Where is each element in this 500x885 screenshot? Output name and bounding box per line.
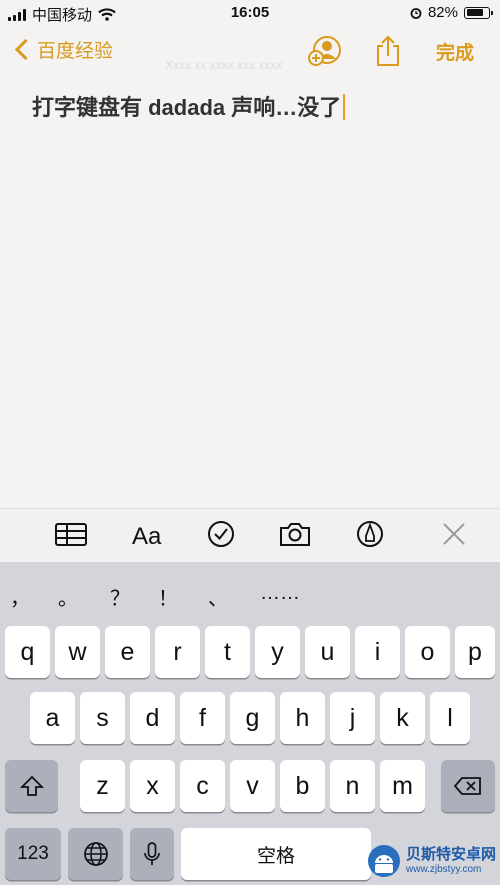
key-h[interactable]: h — [280, 692, 325, 744]
shift-key[interactable] — [5, 760, 58, 812]
key-f[interactable]: f — [180, 692, 225, 744]
alarm-icon — [410, 7, 422, 19]
key-a[interactable]: a — [30, 692, 75, 744]
battery-icon — [464, 6, 493, 19]
key-z[interactable]: z — [80, 760, 125, 812]
key-w[interactable]: w — [55, 626, 100, 678]
key-j[interactable]: j — [330, 692, 375, 744]
watermark-logo: 贝斯特安卓网 www.zjbstyy.com — [366, 838, 498, 884]
key-p[interactable]: p — [455, 626, 495, 678]
markup-pen-icon[interactable] — [354, 519, 386, 549]
key-m[interactable]: m — [380, 760, 425, 812]
key-n[interactable]: n — [330, 760, 375, 812]
note-text: 打字键盘有 dadada 声响…没了 — [32, 95, 342, 120]
globe-icon — [83, 842, 108, 866]
key-y[interactable]: y — [255, 626, 300, 678]
delete-key[interactable] — [441, 760, 495, 812]
suggestion-period[interactable]: 。 — [58, 582, 78, 611]
key-i[interactable]: i — [355, 626, 400, 678]
done-button[interactable]: 完成 — [436, 38, 474, 65]
note-toolbar: Aa — [0, 508, 500, 563]
svg-text:Aa: Aa — [132, 523, 162, 549]
status-right: 82% — [410, 4, 493, 21]
key-d[interactable]: d — [130, 692, 175, 744]
key-k[interactable]: k — [380, 692, 425, 744]
suggestion-comma[interactable]: ， — [10, 582, 30, 611]
android-logo-icon — [368, 845, 400, 877]
numbers-key[interactable]: 123 — [5, 828, 61, 880]
key-u[interactable]: u — [305, 626, 350, 678]
key-x[interactable]: x — [130, 760, 175, 812]
key-c[interactable]: c — [180, 760, 225, 812]
shift-icon — [19, 775, 44, 796]
faint-text: Xxxx xx xxxx xxx xxxx — [165, 58, 283, 72]
suggestion-ellipsis[interactable]: …… — [260, 582, 300, 605]
key-e[interactable]: e — [105, 626, 150, 678]
suggestion-exclamation[interactable]: ！ — [158, 582, 178, 611]
punctuation-bar: ， 。 ？ ！ 、 …… — [0, 562, 500, 620]
text-format-icon[interactable]: Aa — [130, 519, 166, 549]
key-q[interactable]: q — [5, 626, 50, 678]
chevron-left-icon — [14, 38, 37, 61]
dictation-key[interactable] — [130, 828, 174, 880]
text-cursor — [343, 94, 346, 120]
table-icon[interactable] — [54, 519, 88, 549]
space-bar[interactable]: 空格 — [181, 828, 371, 880]
back-label: 百度经验 — [37, 41, 114, 62]
share-icon[interactable] — [374, 34, 402, 68]
key-s[interactable]: s — [80, 692, 125, 744]
watermark-url: www.zjbstyy.com — [406, 863, 482, 875]
watermark-text: 贝斯特安卓网 www.zjbstyy.com — [406, 847, 496, 875]
key-o[interactable]: o — [405, 626, 450, 678]
note-body[interactable]: 打字键盘有 dadada 声响…没了 — [32, 90, 346, 122]
back-button[interactable]: 百度经验 — [12, 36, 113, 63]
add-person-icon[interactable] — [306, 34, 342, 68]
microphone-icon — [144, 842, 160, 865]
key-l[interactable]: l — [430, 692, 470, 744]
watermark-title: 贝斯特安卓网 — [406, 846, 497, 864]
keyboard: ， 。 ？ ！ 、 …… q w e r t y u i o p a s d f… — [0, 562, 500, 885]
key-g[interactable]: g — [230, 692, 275, 744]
close-icon[interactable] — [440, 519, 468, 549]
status-bar: 中国移动 16:05 82% — [0, 0, 500, 26]
key-v[interactable]: v — [230, 760, 275, 812]
key-b[interactable]: b — [280, 760, 325, 812]
suggestion-enumeration-comma[interactable]: 、 — [208, 582, 228, 611]
suggestion-question[interactable]: ？ — [110, 582, 130, 611]
checklist-icon[interactable] — [205, 519, 237, 549]
key-r[interactable]: r — [155, 626, 200, 678]
key-t[interactable]: t — [205, 626, 250, 678]
globe-key[interactable] — [68, 828, 123, 880]
backspace-icon — [454, 777, 481, 795]
battery-percent: 82% — [427, 4, 458, 21]
camera-icon[interactable] — [278, 519, 312, 549]
